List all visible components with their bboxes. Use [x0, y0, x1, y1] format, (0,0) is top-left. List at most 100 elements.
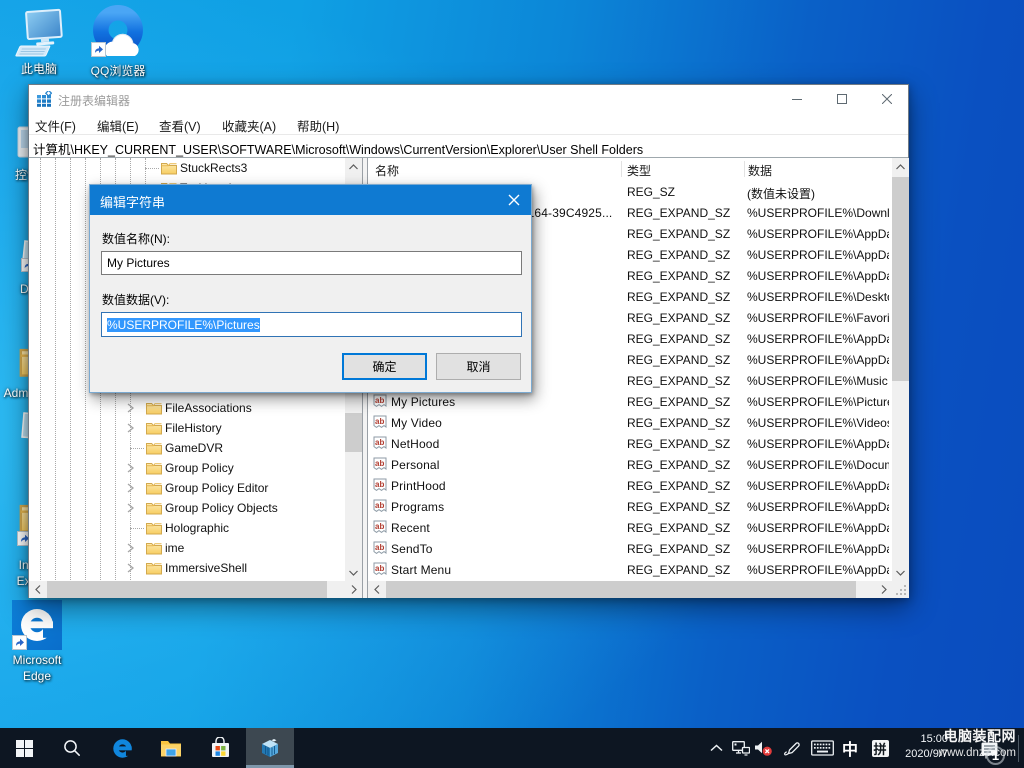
tray-volume-button[interactable]	[753, 728, 774, 768]
column-header-data[interactable]: 数据	[748, 162, 772, 179]
tree-item-group-policy[interactable]: Group Policy	[29, 458, 362, 478]
menu-view[interactable]: 查看(V)	[159, 116, 201, 135]
dialog-close-button[interactable]	[497, 185, 531, 215]
desktop-icon-edge[interactable]: Microsoft Edge	[12, 600, 66, 688]
menu-edit[interactable]: 编辑(E)	[97, 116, 139, 135]
desktop-icon-this-pc[interactable]: 此电脑	[15, 8, 63, 78]
column-header-name[interactable]: 名称	[375, 162, 399, 179]
tree-item-label: FileHistory	[165, 421, 222, 435]
regedit-addressbar[interactable]: 计算机\HKEY_CURRENT_USER\SOFTWARE\Microsoft…	[29, 134, 908, 158]
expand-chevron-icon[interactable]	[126, 503, 135, 513]
value-row-13[interactable]: Personal REG_EXPAND_SZ %USERPROFILE%\Docum…	[368, 455, 908, 476]
list-vscroll-thumb[interactable]	[892, 177, 909, 381]
value-name-input[interactable]: My Pictures	[101, 251, 522, 275]
menu-file[interactable]: 文件(F)	[35, 116, 76, 135]
value-row-14[interactable]: PrintHood REG_EXPAND_SZ %USERPROFILE%\AppD…	[368, 476, 908, 497]
close-button[interactable]	[864, 85, 910, 113]
value-name: NetHood	[391, 437, 440, 451]
dialog-titlebar[interactable]: 编辑字符串	[90, 185, 531, 215]
value-data: %USERPROFILE%\Favorites	[747, 311, 889, 325]
value-row-18[interactable]: Start Menu REG_EXPAND_SZ %USERPROFILE%\App…	[368, 560, 908, 581]
tray-network-button[interactable]	[730, 728, 751, 768]
tree-item-filehistory[interactable]: FileHistory	[29, 418, 362, 438]
scroll-left-button[interactable]	[29, 581, 46, 598]
menu-help[interactable]: 帮助(H)	[297, 116, 339, 135]
tree-item-fileassociations[interactable]: FileAssociations	[29, 398, 362, 418]
regedit-titlebar[interactable]: 注册表编辑器	[29, 85, 908, 113]
tree-item-immersiveshell[interactable]: ImmersiveShell	[29, 558, 362, 578]
pen-icon	[783, 741, 800, 755]
file-explorer-icon	[161, 741, 181, 757]
column-separator[interactable]	[621, 161, 622, 177]
scroll-down-button[interactable]	[892, 564, 909, 581]
value-data: %USERPROFILE%\AppData\Roaming\Microsoft\…	[747, 500, 889, 514]
desktop-icon-qq-browser[interactable]: QQ浏览器	[90, 4, 146, 78]
tray-clock[interactable]: 15:00 2020/9/7	[905, 732, 948, 762]
tree-item-ime[interactable]: ime	[29, 538, 362, 558]
tree-item-stuckrects3[interactable]: StuckRects3	[29, 158, 362, 178]
taskbar-regedit-button[interactable]	[246, 728, 294, 768]
start-button[interactable]	[2, 728, 46, 768]
value-row-12[interactable]: NetHood REG_EXPAND_SZ %USERPROFILE%\AppDat…	[368, 434, 908, 455]
maximize-button[interactable]	[819, 85, 864, 113]
taskbar-store-button[interactable]	[198, 728, 242, 768]
value-row-17[interactable]: SendTo REG_EXPAND_SZ %USERPROFILE%\AppData…	[368, 539, 908, 560]
scroll-right-button[interactable]	[345, 581, 362, 598]
column-separator[interactable]	[744, 161, 745, 177]
scroll-up-button[interactable]	[345, 158, 362, 175]
value-row-11[interactable]: My Video REG_EXPAND_SZ %USERPROFILE%\Video…	[368, 413, 908, 434]
value-type: REG_EXPAND_SZ	[627, 542, 731, 556]
expand-chevron-icon[interactable]	[126, 483, 135, 493]
value-data-input[interactable]: %USERPROFILE%\Pictures	[101, 312, 522, 337]
search-button[interactable]	[50, 728, 94, 768]
expand-chevron-icon[interactable]	[126, 543, 135, 553]
edge-shortcut-arrow-icon	[12, 635, 27, 650]
tree-item-group-policy-objects[interactable]: Group Policy Objects	[29, 498, 362, 518]
expand-chevron-icon[interactable]	[126, 403, 135, 413]
list-hscrollbar[interactable]	[368, 581, 892, 598]
minimize-button[interactable]	[774, 85, 819, 113]
scroll-up-icon	[349, 163, 358, 169]
taskbar-edge-button[interactable]	[100, 728, 144, 768]
taskbar-explorer-button[interactable]	[149, 728, 193, 768]
column-header-type[interactable]: 类型	[627, 162, 651, 179]
show-desktop-separator[interactable]	[1018, 735, 1019, 762]
microsoft-store-icon	[212, 737, 229, 757]
tray-pen-button[interactable]	[782, 728, 803, 768]
expand-chevron-icon[interactable]	[126, 563, 135, 573]
tray-ime-shape[interactable]: 拼	[869, 728, 891, 768]
windows-start-icon	[15, 739, 33, 757]
tree-item-gamedvr[interactable]: GameDVR	[29, 438, 362, 458]
scroll-left-button[interactable]	[368, 581, 385, 598]
list-vscrollbar[interactable]	[892, 158, 909, 581]
expand-chevron-icon[interactable]	[126, 423, 135, 433]
menu-favorites[interactable]: 收藏夹(A)	[222, 116, 276, 135]
cancel-button[interactable]: 取消	[436, 353, 521, 380]
scroll-right-button[interactable]	[875, 581, 892, 598]
tree-item-group-policy-editor[interactable]: Group Policy Editor	[29, 478, 362, 498]
value-row-10[interactable]: My Pictures REG_EXPAND_SZ %USERPROFILE%\Pi…	[368, 392, 908, 413]
string-value-icon	[373, 541, 387, 556]
resize-grip[interactable]	[892, 581, 909, 598]
regedit-cube-icon	[262, 739, 278, 757]
expand-chevron-icon[interactable]	[126, 463, 135, 473]
tray-ime-mode[interactable]: 中	[839, 728, 861, 768]
list-hscroll-thumb[interactable]	[386, 581, 856, 598]
tray-hidden-icons-button[interactable]	[706, 728, 726, 768]
value-row-15[interactable]: Programs REG_EXPAND_SZ %USERPROFILE%\AppDa…	[368, 497, 908, 518]
value-name: Recent	[391, 521, 430, 535]
folder-icon	[146, 401, 162, 415]
qq-browser-label: QQ浏览器	[90, 64, 146, 78]
value-type: REG_EXPAND_SZ	[627, 479, 731, 493]
value-row-16[interactable]: Recent REG_EXPAND_SZ %USERPROFILE%\AppData…	[368, 518, 908, 539]
tree-vscroll-thumb[interactable]	[345, 413, 362, 452]
string-value-icon	[373, 562, 387, 577]
tree-hscrollbar[interactable]	[29, 581, 362, 598]
tray-keyboard-button[interactable]	[809, 728, 835, 768]
volume-muted-icon	[755, 741, 772, 756]
tree-hscroll-thumb[interactable]	[47, 581, 327, 598]
scroll-up-button[interactable]	[892, 158, 909, 175]
scroll-down-button[interactable]	[345, 564, 362, 581]
tree-item-holographic[interactable]: Holographic	[29, 518, 362, 538]
ok-button[interactable]: 确定	[342, 353, 427, 380]
